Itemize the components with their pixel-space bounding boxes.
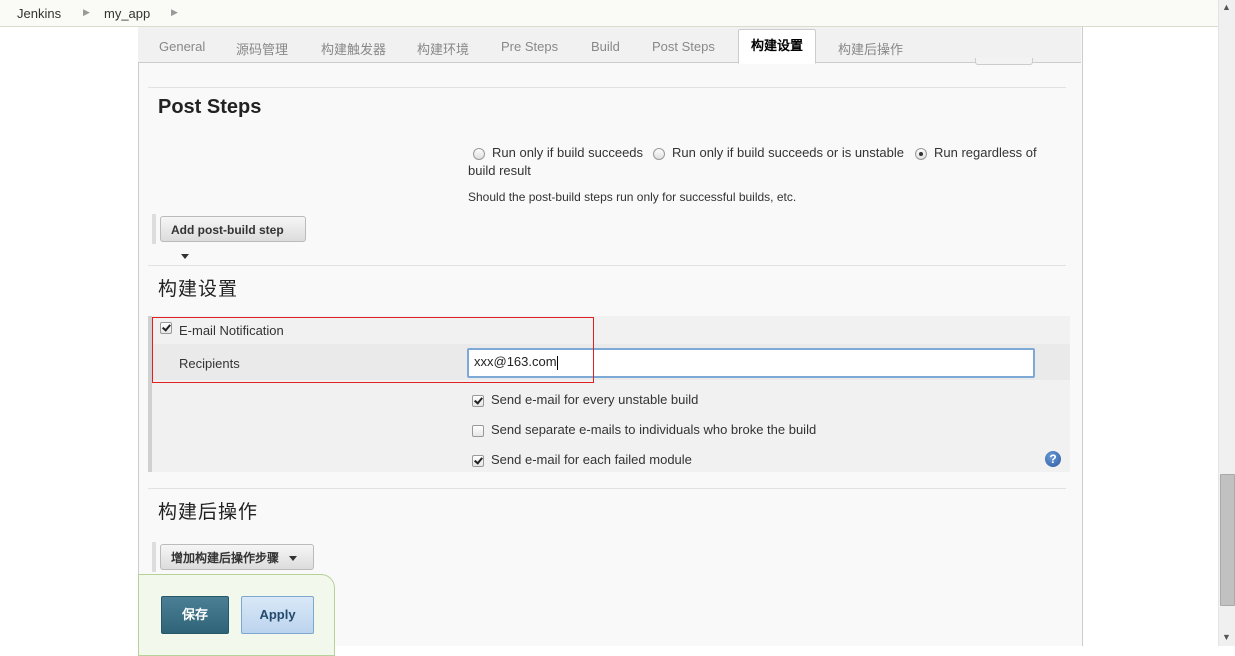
highlight-annotation-box	[152, 317, 594, 383]
partial-button[interactable]	[975, 58, 1033, 65]
failed-module-email-label: Send e-mail for each failed module	[491, 452, 692, 467]
scroll-down-icon[interactable]: ▼	[1222, 632, 1231, 642]
failed-module-email-checkbox[interactable]	[472, 455, 484, 467]
radio-label-run-regardless: Run regardless of	[934, 145, 1037, 160]
section-divider	[148, 265, 1066, 266]
add-post-build-step-button[interactable]: Add post-build step	[160, 216, 306, 260]
apply-button[interactable]: Apply	[241, 596, 314, 634]
radio-run-if-succeeds[interactable]	[473, 148, 485, 160]
post-build-actions-title: 构建后操作	[158, 502, 259, 523]
breadcrumb-item-jenkins[interactable]: Jenkins	[17, 6, 61, 21]
post-steps-title: Post Steps	[158, 96, 262, 118]
tab-source-control[interactable]: 源码管理	[236, 39, 288, 58]
help-icon[interactable]: ?	[1045, 451, 1061, 467]
radio-label-run-regardless-wrap: build result	[468, 163, 531, 178]
tab-pre-steps[interactable]: Pre Steps	[501, 39, 558, 54]
add-post-build-step-label: Add post-build step	[171, 223, 284, 237]
chevron-down-icon	[181, 254, 189, 260]
post-steps-leftbar	[152, 214, 156, 244]
tab-build-environment[interactable]: 构建环境	[417, 39, 469, 58]
unstable-build-email-label: Send e-mail for every unstable build	[491, 392, 699, 407]
separate-emails-label: Send separate e-mails to individuals who…	[491, 422, 817, 437]
section-divider	[148, 87, 1066, 88]
tab-build-triggers[interactable]: 构建触发器	[321, 39, 386, 58]
scrollbar-thumb[interactable]	[1220, 474, 1235, 606]
scroll-up-icon[interactable]: ▲	[1222, 2, 1231, 12]
radio-run-regardless[interactable]	[915, 148, 927, 160]
tab-post-steps[interactable]: Post Steps	[652, 39, 715, 54]
post-build-leftbar	[152, 542, 156, 572]
config-tabbar: General 源码管理 构建触发器 构建环境 Pre Steps Build …	[138, 27, 1081, 64]
add-post-build-action-label: 增加构建后操作步骤	[171, 551, 280, 565]
tab-build[interactable]: Build	[591, 39, 620, 54]
save-button[interactable]: 保存	[161, 596, 229, 634]
radio-label-run-if-succeeds: Run only if build succeeds	[492, 145, 644, 160]
section-divider	[148, 488, 1066, 489]
unstable-build-email-checkbox[interactable]	[472, 395, 484, 407]
post-steps-description: Should the post-build steps run only for…	[468, 190, 797, 204]
tab-post-build-actions[interactable]: 构建后操作	[838, 39, 903, 58]
radio-label-run-if-succeeds-or-unstable: Run only if build succeeds or is unstabl…	[672, 145, 904, 160]
breadcrumb-separator-icon[interactable]: ▶	[171, 7, 178, 18]
build-settings-title: 构建设置	[158, 279, 239, 300]
tab-general[interactable]: General	[159, 39, 205, 54]
chevron-down-icon	[289, 556, 298, 562]
separate-emails-checkbox[interactable]	[472, 425, 484, 437]
breadcrumb: Jenkins ▶ my_app ▶	[0, 0, 1218, 27]
tab-build-settings[interactable]: 构建设置	[738, 29, 817, 64]
breadcrumb-separator-icon[interactable]: ▶	[83, 7, 90, 18]
breadcrumb-item-my-app[interactable]: my_app	[104, 6, 150, 21]
add-post-build-action-button[interactable]: 增加构建后操作步骤	[160, 544, 314, 570]
radio-run-if-succeeds-or-unstable[interactable]	[653, 148, 665, 160]
